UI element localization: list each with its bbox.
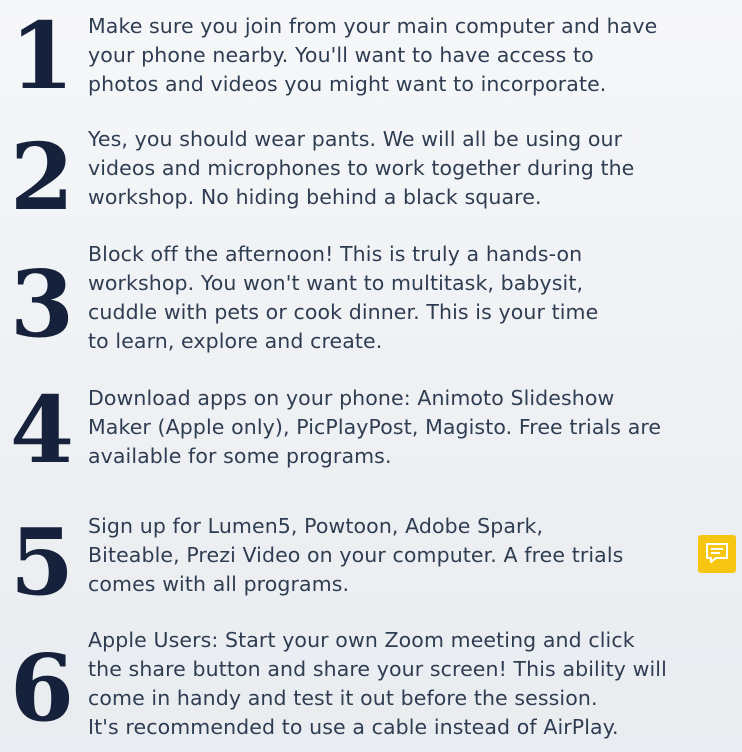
checklist-item-2-text: Yes, you should wear pants. We will all … <box>88 125 738 212</box>
item-3-line-4: to learn, explore and create. <box>88 329 383 353</box>
item-5-line-2: Biteable, Prezi Video on your computer. … <box>88 543 624 567</box>
item-2-line-1: Yes, you should wear pants. We will all … <box>88 127 623 151</box>
item-1-line-1: Make sure you join from your main comput… <box>88 14 658 38</box>
checklist-item-3-text: Block off the afternoon! This is truly a… <box>88 240 738 356</box>
item-1-line-2: your phone nearby. You'll want to have a… <box>88 43 594 67</box>
item-6-line-3: come in handy and test it out before the… <box>88 686 598 710</box>
item-5-line-3: comes with all programs. <box>88 572 350 596</box>
item-2-line-3: workshop. No hiding behind a black squar… <box>88 185 542 209</box>
item-1-line-3: photos and videos you might want to inco… <box>88 72 607 96</box>
number-6-text: 6 <box>10 644 74 728</box>
number-4-graphic: 4 <box>4 386 80 470</box>
number-2-text: 2 <box>10 133 74 217</box>
number-3-svg: 3 <box>10 260 74 344</box>
item-5-line-1: Sign up for Lumen5, Powtoon, Adobe Spark… <box>88 514 544 538</box>
number-1-text: 1 <box>10 12 74 96</box>
workshop-checklist: 1 Make sure you join from your main comp… <box>0 0 742 752</box>
number-4-text: 4 <box>10 386 74 470</box>
item-4-line-1: Download apps on your phone: Animoto Sli… <box>88 386 615 410</box>
number-3-text: 3 <box>10 260 74 344</box>
number-4-svg: 4 <box>10 386 74 470</box>
number-3-graphic: 3 <box>4 260 80 344</box>
number-2-graphic: 2 <box>4 133 80 217</box>
item-3-line-2: workshop. You won't want to multitask, b… <box>88 271 584 295</box>
number-5-text: 5 <box>10 518 74 602</box>
number-2-svg: 2 <box>10 133 74 217</box>
checklist-item-1-text: Make sure you join from your main comput… <box>88 12 738 99</box>
number-1-svg: 1 <box>10 12 74 96</box>
checklist-item-4-text: Download apps on your phone: Animoto Sli… <box>88 384 738 471</box>
number-1-graphic: 1 <box>4 12 80 96</box>
comment-button[interactable] <box>698 535 736 573</box>
number-6-svg: 6 <box>10 644 74 728</box>
number-5-graphic: 5 <box>4 518 80 602</box>
number-6-graphic: 6 <box>4 644 80 728</box>
item-2-line-2: videos and microphones to work together … <box>88 156 635 180</box>
checklist-item-5-text: Sign up for Lumen5, Powtoon, Adobe Spark… <box>88 512 738 599</box>
item-3-line-3: cuddle with pets or cook dinner. This is… <box>88 300 599 324</box>
item-6-line-1: Apple Users: Start your own Zoom meeting… <box>88 628 635 652</box>
comment-icon <box>706 543 728 563</box>
number-5-svg: 5 <box>10 518 74 602</box>
item-6-line-4: It's recommended to use a cable instead … <box>88 715 619 739</box>
checklist-item-6-text: Apple Users: Start your own Zoom meeting… <box>88 626 738 742</box>
item-3-line-1: Block off the afternoon! This is truly a… <box>88 242 583 266</box>
item-4-line-2: Maker (Apple only), PicPlayPost, Magisto… <box>88 415 662 439</box>
item-4-line-3: available for some programs. <box>88 444 392 468</box>
item-6-line-2: the share button and share your screen! … <box>88 657 667 681</box>
